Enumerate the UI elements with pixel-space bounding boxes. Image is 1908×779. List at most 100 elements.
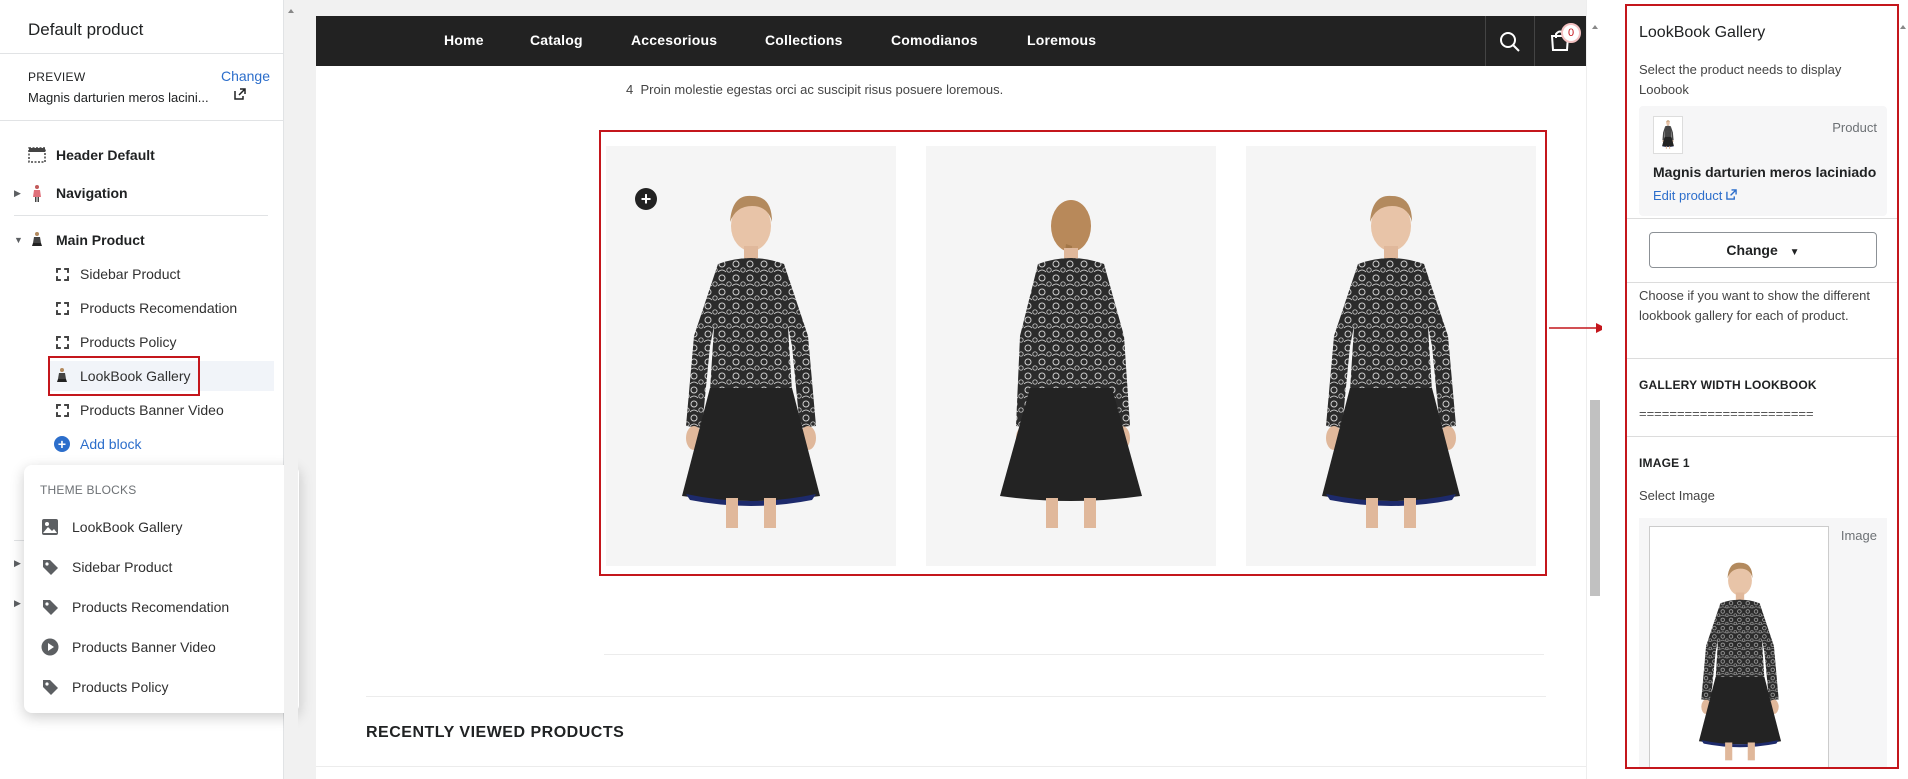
panel-title: LookBook Gallery: [1639, 24, 1766, 41]
popover-item-products-recomendation[interactable]: Products Recomendation: [40, 595, 229, 619]
divider: [604, 654, 1544, 655]
highlight-box: [48, 356, 200, 396]
popover-item-label: LookBook Gallery: [72, 519, 183, 535]
external-link-icon: [1726, 189, 1737, 200]
select-product-help: Select the product needs to display Loob…: [1639, 62, 1842, 97]
nav-catalog[interactable]: Catalog: [530, 32, 583, 48]
settings-sidebar: LookBook Gallery Select the product need…: [1602, 0, 1908, 779]
dashed-square-icon: [53, 299, 71, 317]
caret-down-icon: ▼: [1789, 247, 1800, 258]
sidebar-item-products-policy[interactable]: Products Policy: [0, 327, 284, 357]
figure-icon: [28, 231, 46, 249]
sidebar-scrollbar[interactable]: [284, 0, 298, 779]
sidebar-item-sidebar-product[interactable]: Sidebar Product: [0, 259, 284, 289]
divider: [1627, 358, 1897, 359]
sidebar-item-label: Main Product: [56, 232, 145, 248]
preview-scrollbar[interactable]: [1586, 0, 1602, 779]
scrollbar-thumb[interactable]: [1590, 400, 1600, 596]
nav-divider: [1534, 16, 1535, 66]
tag-icon: [40, 557, 60, 577]
popover-item-products-banner-video[interactable]: Products Banner Video: [40, 635, 216, 659]
nav-home[interactable]: Home: [444, 32, 484, 48]
sidebar-item-products-banner-video[interactable]: Products Banner Video: [0, 395, 284, 425]
popover-item-label: Products Policy: [72, 679, 169, 695]
nav-collections[interactable]: Collections: [765, 32, 843, 48]
product-name: Magnis darturien meros laciniado: [1653, 164, 1877, 180]
highlight-box: [599, 130, 1547, 576]
popover-item-lookbook-gallery[interactable]: LookBook Gallery: [40, 515, 183, 539]
settings-scrollbar[interactable]: [1898, 0, 1908, 779]
preview-label: PREVIEW: [28, 70, 86, 84]
sidebar-item-label: Products Policy: [80, 334, 177, 350]
select-image-label: Select Image: [1639, 488, 1715, 503]
list-text: Proin molestie egestas orci ac suscipit …: [640, 82, 1004, 97]
nav-divider: [1485, 16, 1486, 66]
sidebar-item-label: Sidebar Product: [80, 266, 181, 282]
popover-item-products-policy[interactable]: Products Policy: [40, 675, 168, 699]
nav-loremous[interactable]: Loremous: [1027, 32, 1096, 48]
store-navbar: Home Catalog Accesorious Collections Com…: [316, 16, 1586, 66]
image-label: Image: [1840, 528, 1877, 543]
caret-right-icon[interactable]: ▶: [14, 188, 21, 199]
caret-down-icon[interactable]: ▼: [14, 235, 23, 245]
pointer-arrow: [1548, 321, 1608, 337]
divider: [316, 766, 1586, 767]
divider: [1627, 282, 1897, 283]
storefront-preview: Home Catalog Accesorious Collections Com…: [316, 16, 1586, 779]
caret-right-icon[interactable]: ▶: [14, 558, 21, 569]
add-block-button[interactable]: + Add block: [0, 429, 284, 459]
divider: [0, 53, 284, 54]
tag-icon: [40, 597, 60, 617]
sidebar-item-label: Header Default: [56, 147, 155, 163]
selected-image[interactable]: [1649, 526, 1829, 767]
preview-change-link[interactable]: Change: [221, 68, 270, 84]
dashed-square-icon: [53, 401, 71, 419]
popover-item-sidebar-product[interactable]: Sidebar Product: [40, 555, 172, 579]
product-thumbnail: [1653, 116, 1683, 154]
external-link-icon[interactable]: [234, 88, 246, 103]
popover-heading: THEME BLOCKS: [40, 483, 137, 497]
edit-product-label: Edit product: [1653, 188, 1723, 203]
preview-product-name: Magnis darturien meros lacini...: [28, 90, 209, 105]
image1-heading: IMAGE 1: [1639, 456, 1690, 470]
sidebar-item-label: Navigation: [56, 185, 128, 201]
nav-accesorious[interactable]: Accesorious: [631, 32, 717, 48]
edit-product-link[interactable]: Edit product: [1653, 188, 1737, 203]
divider: [1627, 436, 1897, 437]
add-block-label: Add block: [80, 436, 142, 452]
play-icon: [40, 637, 60, 657]
popover-item-label: Sidebar Product: [72, 559, 173, 575]
popover-item-label: Products Recomendation: [72, 599, 230, 615]
image-icon: [40, 517, 60, 537]
theme-blocks-popover: THEME BLOCKS LookBook Gallery Sidebar Pr…: [24, 465, 299, 713]
nav-comodianos[interactable]: Comodianos: [891, 32, 978, 48]
divider: [1627, 218, 1897, 219]
sidebar-item-main-product[interactable]: ▼ Main Product: [0, 225, 284, 255]
sidebar-item-label: Products Recomendation: [80, 300, 238, 316]
change-product-button[interactable]: Change ▼: [1649, 232, 1877, 268]
dashed-square-icon: [53, 333, 71, 351]
image-picker-card[interactable]: Image: [1639, 518, 1887, 767]
page-title: Default product: [28, 20, 144, 39]
recently-viewed-heading: RECENTLY VIEWED PRODUCTS: [366, 724, 625, 741]
gallery-width-value: =======================: [1639, 406, 1814, 421]
sidebar-item-navigation[interactable]: ▶ Navigation: [0, 178, 284, 208]
caret-right-icon[interactable]: ▶: [14, 598, 21, 609]
list-number: 4: [626, 82, 634, 97]
lookbook-settings-panel: LookBook Gallery Select the product need…: [1625, 4, 1899, 769]
product-description-line: 4 Proin molestie egestas orci ac suscipi…: [626, 82, 1003, 97]
cart-count-badge: 0: [1561, 23, 1581, 43]
product-label: Product: [1832, 120, 1877, 135]
figure-icon: [28, 184, 46, 202]
product-picker-card: Product Magnis darturien meros laciniado…: [1639, 106, 1887, 216]
choose-help-text: Choose if you want to show the different…: [1639, 288, 1871, 323]
divider: [366, 696, 1546, 697]
plus-circle-icon: +: [53, 435, 71, 453]
search-icon[interactable]: [1499, 31, 1521, 56]
sidebar-item-products-recomendation[interactable]: Products Recomendation: [0, 293, 284, 323]
divider: [0, 120, 284, 121]
tag-icon: [40, 677, 60, 697]
popover-item-label: Products Banner Video: [72, 639, 216, 655]
sidebar-item-header-default[interactable]: Header Default: [0, 140, 284, 170]
gallery-width-heading: GALLERY WIDTH LOOKBOOK: [1639, 378, 1817, 392]
